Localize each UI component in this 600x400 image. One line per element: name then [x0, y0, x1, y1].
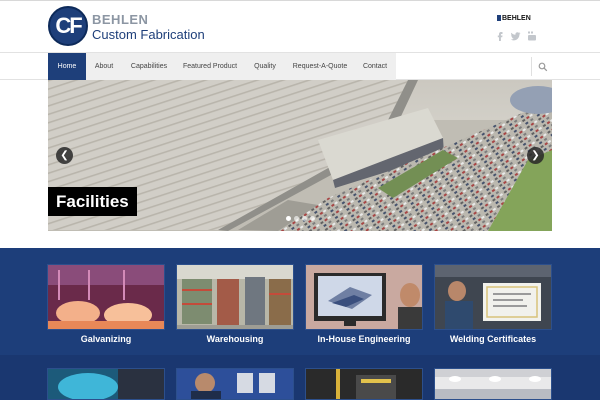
- tile-label[interactable]: Welding Certificates: [434, 334, 552, 344]
- logo-initials: CF: [55, 13, 82, 38]
- nav-item-featured-product[interactable]: Featured Product: [178, 53, 242, 80]
- tile-warehousing[interactable]: Warehousing: [176, 264, 294, 344]
- social-links: [494, 30, 538, 42]
- main-navigation: Home About Capabilities Featured Product…: [0, 52, 600, 80]
- slider-pagination: [280, 216, 320, 222]
- twitter-icon[interactable]: [510, 30, 522, 42]
- slider-dot[interactable]: [293, 216, 299, 221]
- warehousing-image[interactable]: [176, 264, 294, 330]
- tile-welding-certificates[interactable]: Welding Certificates: [434, 264, 552, 344]
- nav-item-capabilities[interactable]: Capabilities: [123, 53, 175, 80]
- tile-galvanizing[interactable]: Galvanizing: [47, 264, 165, 344]
- tile-preview-image[interactable]: [434, 368, 552, 400]
- tile-preview-image[interactable]: [305, 368, 423, 400]
- facebook-icon[interactable]: [494, 30, 506, 42]
- nav-item-request-a-quote[interactable]: Request-A-Quote: [288, 53, 352, 80]
- logo-brand: BEHLEN: [92, 12, 149, 27]
- slide-caption: Facilities: [48, 187, 137, 216]
- site-logo[interactable]: CF BEHLEN Custom Fabrication: [48, 6, 205, 48]
- tile-preview-image[interactable]: [176, 368, 294, 400]
- welding-image[interactable]: [434, 264, 552, 330]
- nav-divider: [531, 57, 532, 76]
- slider-dot[interactable]: [285, 216, 291, 221]
- nav-item-home[interactable]: Home: [48, 53, 86, 80]
- youtube-icon[interactable]: [526, 30, 538, 42]
- services-section: Galvanizing Warehousing In-House Enginee…: [0, 248, 600, 400]
- nav-item-about[interactable]: About: [88, 53, 120, 80]
- slider-dot[interactable]: [309, 216, 315, 221]
- tile-label[interactable]: Galvanizing: [47, 334, 165, 344]
- nav-item-quality[interactable]: Quality: [246, 53, 284, 80]
- search-icon[interactable]: [538, 62, 548, 72]
- tile-preview-image[interactable]: [47, 368, 165, 400]
- site-header: CF BEHLEN Custom Fabrication BEHLEN: [0, 0, 600, 52]
- nav-item-contact[interactable]: Contact: [356, 53, 394, 80]
- chevron-right-icon[interactable]: ❯: [527, 147, 544, 164]
- tile-label[interactable]: In-House Engineering: [305, 334, 423, 344]
- engineering-image[interactable]: [305, 264, 423, 330]
- partner-logo[interactable]: BEHLEN: [497, 15, 531, 22]
- tile-label[interactable]: Warehousing: [176, 334, 294, 344]
- chevron-left-icon[interactable]: ❮: [56, 147, 73, 164]
- galvanizing-image[interactable]: [47, 264, 165, 330]
- hero-slider: Facilities ❮ ❯: [0, 80, 600, 248]
- slider-dot[interactable]: [301, 216, 307, 221]
- logo-tagline: Custom Fabrication: [92, 27, 205, 42]
- tile-in-house-engineering[interactable]: In-House Engineering: [305, 264, 423, 344]
